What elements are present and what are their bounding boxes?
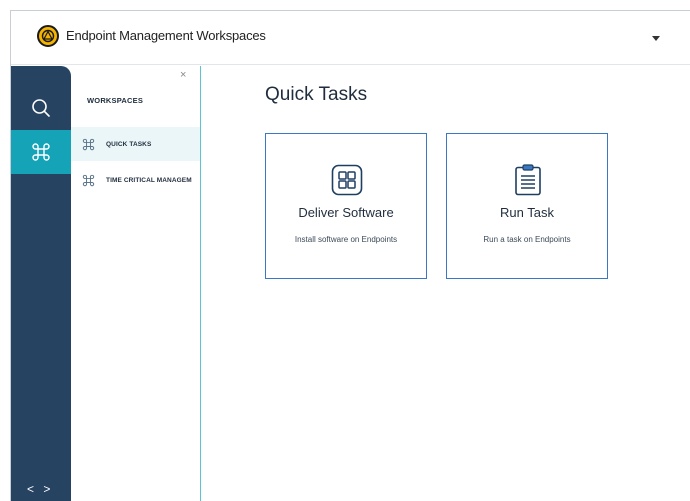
card-title: Run Task bbox=[500, 205, 554, 220]
panel-item-time-critical[interactable]: TIME CRITICAL MANAGEM bbox=[71, 163, 200, 197]
left-rail: < > bbox=[11, 66, 71, 501]
card-description: Run a task on Endpoints bbox=[483, 235, 571, 244]
command-icon bbox=[32, 143, 50, 161]
panel-item-label: TIME CRITICAL MANAGEM bbox=[106, 176, 192, 184]
panel-item-quick-tasks[interactable]: QUICK TASKS bbox=[71, 127, 200, 161]
command-icon bbox=[82, 138, 96, 151]
grid-icon bbox=[331, 164, 363, 196]
panel-item-label: QUICK TASKS bbox=[106, 140, 152, 148]
clipboard-icon bbox=[515, 164, 541, 196]
page-title: Quick Tasks bbox=[265, 84, 368, 105]
close-icon[interactable]: × bbox=[180, 69, 186, 81]
workspaces-panel: × WORKSPACES QUICK TASKS TIME CRITICAL M… bbox=[71, 66, 201, 501]
top-bar: Endpoint Management Workspaces bbox=[11, 11, 690, 65]
search-icon bbox=[32, 99, 50, 117]
card-description: Install software on Endpoints bbox=[294, 235, 398, 244]
rail-search-button[interactable] bbox=[11, 86, 71, 130]
app-logo-icon bbox=[37, 25, 59, 47]
card-deliver-software[interactable]: Deliver Software Install software on End… bbox=[265, 133, 427, 279]
app-window: Endpoint Management Workspaces < > × WOR… bbox=[10, 10, 690, 501]
panel-title: WORKSPACES bbox=[87, 96, 144, 105]
card-run-task[interactable]: Run Task Run a task on Endpoints bbox=[446, 133, 608, 279]
rail-collapse-toggle[interactable]: < > bbox=[27, 482, 53, 496]
card-title: Deliver Software bbox=[298, 205, 394, 220]
app-title: Endpoint Management Workspaces bbox=[66, 28, 266, 43]
rail-workspaces-button[interactable] bbox=[11, 130, 71, 174]
command-icon bbox=[82, 174, 96, 187]
caret-down-icon[interactable] bbox=[652, 36, 660, 41]
